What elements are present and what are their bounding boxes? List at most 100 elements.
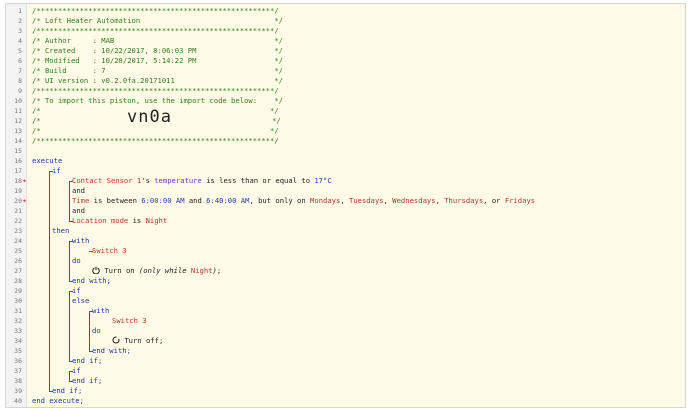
import-code[interactable]: vn0a [127,109,172,126]
condition-marker-icon[interactable]: ◆ [23,196,27,206]
block-guide-tick [49,391,53,392]
token: Turn on [104,266,139,275]
token: , but only on [249,196,311,205]
token: 6:40:00 AM [206,196,250,205]
code-line: 4 /* Author : MAB */ [6,36,685,46]
token: /* Modified : 10/28/2017, 5:14:22 PM */ [32,56,283,65]
line-number: 17 [14,167,22,175]
token: , [383,196,393,205]
condition-marker-icon[interactable]: ◆ [23,176,27,186]
token: /* Created : 10/22/2017, 8:06:03 PM */ [32,46,283,55]
code-line: 2 /* Loft Heater Automation */ [6,16,685,26]
code-line: 11/* */ [6,106,685,116]
code-text[interactable]: Turn off; [112,336,163,346]
code-editor[interactable]: 1 /**************************************… [5,3,686,408]
code-line: 33 do [6,326,685,336]
code-text[interactable]: else [72,296,89,306]
line-number: 38 [14,377,22,385]
code-text[interactable]: and [72,206,85,216]
code-text[interactable]: do [72,256,81,266]
code-text[interactable]: end with; [72,276,111,286]
code-text[interactable]: with [72,236,89,246]
code-text[interactable]: Location mode is Night [72,216,167,226]
code-text[interactable]: do [92,326,101,336]
code-text[interactable]: with [92,306,109,316]
token: /* Loft Heater Automation */ [32,16,283,25]
code-line: 28 end with; [6,276,685,286]
code-text[interactable]: Switch 3 [92,246,127,256]
token: Turn off; [124,336,164,345]
block-guide-tick [69,281,73,282]
code-line: 23 then [6,226,685,236]
token: , or [483,196,505,205]
code-text: /***************************************… [32,6,279,16]
block-guide-tick [69,371,73,372]
code-text[interactable]: Time is between 6:00:00 AM and 6:40:00 A… [72,196,535,206]
token: Switch 3 [92,246,127,255]
code-line: 30 else [6,296,685,306]
code-line: 10 /* To import this piston, use the impo… [6,96,685,106]
token: Night [145,216,168,225]
token: /* To import this piston, use the import… [32,96,283,105]
code-text[interactable]: if [72,286,81,296]
token: with [92,306,110,315]
line-number: 40 [14,397,22,405]
token: Contact Sensor 1 [72,176,142,185]
line-number: 37 [14,367,22,375]
code-line: 20 ◆ Time is between 6:00:00 AM and 6:40:0… [6,196,685,206]
token: is [128,216,146,225]
code-text[interactable]: end if; [52,386,82,396]
code-text: /* Created : 10/22/2017, 8:06:03 PM */ [32,46,283,56]
code-text[interactable]: Turn on (only while Night); [92,266,221,276]
token: if [72,366,81,375]
code-line: 34 Turn off; [6,336,685,346]
line-number: 31 [14,307,22,315]
line-number: 13 [14,127,22,135]
code-text: /***************************************… [32,136,279,146]
token: is less than or equal to [201,176,315,185]
line-number: 15 [14,147,22,155]
token: end with; [72,276,111,285]
power-icon [92,266,100,274]
code-text[interactable]: end execute; [32,396,84,406]
line-number: 27 [14,267,22,275]
code-line: 31 with [6,306,685,316]
code-text: /* */ [32,126,279,136]
code-text[interactable]: if [72,366,81,376]
code-line: 13 /* */ [6,126,685,136]
block-guide-tick [69,181,73,182]
block-guide-tick [49,171,53,172]
line-number: 26 [14,257,22,265]
code-line: 36 end if; [6,356,685,366]
token: do [72,256,81,265]
token: 6:00:00 AM [141,196,185,205]
code-text[interactable]: if [52,166,61,176]
line-number: 25 [14,247,22,255]
code-text[interactable]: Contact Sensor 1's temperature is less t… [72,176,332,186]
code-line: 18 ◆ Contact Sensor 1's temperature is les… [6,176,685,186]
code-line: 24 with [6,236,685,246]
code-text: /* To import this piston, use the import… [32,96,283,106]
token: end if; [72,376,103,385]
code-line: 39 end if; [6,386,685,396]
code-text[interactable]: execute [32,156,62,166]
code-line: 26 do [6,256,685,266]
block-guide-tick [69,361,73,362]
token: end with; [92,346,131,355]
token: end if; [52,386,83,395]
code-line: 3 /**************************************… [6,26,685,36]
token: else [72,296,90,305]
code-line: 40 end execute; [6,396,685,406]
code-text[interactable]: end if; [72,376,102,386]
code-text[interactable]: Switch 3 [112,316,147,326]
token: /* Author : MAB */ [32,36,283,45]
line-number: 19 [14,187,22,195]
code-text: /* Modified : 10/28/2017, 5:14:22 PM */ [32,56,283,66]
code-text[interactable]: end if; [72,356,102,366]
token: Mondays [310,196,341,205]
code-line: 14 /*************************************… [6,136,685,146]
code-text[interactable]: and [72,186,85,196]
block-guide [69,241,70,281]
code-text[interactable]: then [52,226,69,236]
code-text[interactable]: end with; [92,346,131,356]
